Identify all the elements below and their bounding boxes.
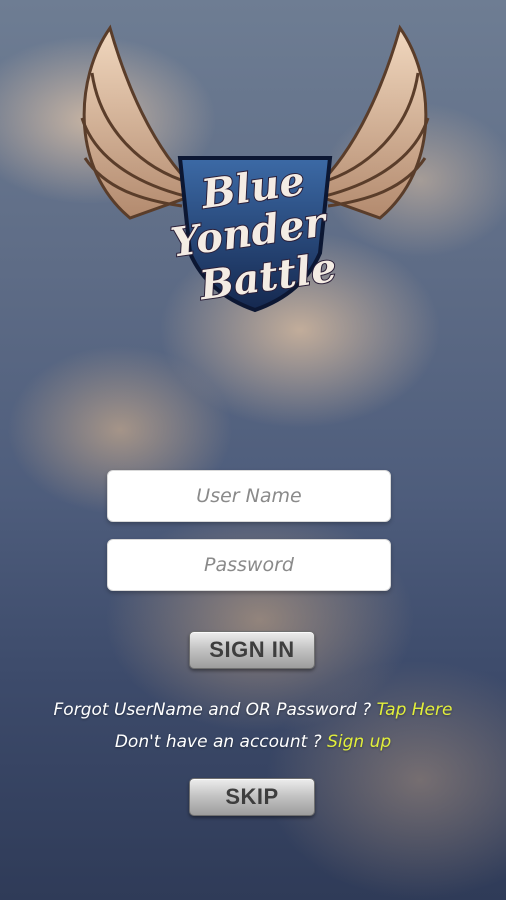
- skip-label: SKIP: [225, 784, 279, 809]
- tap-here-link[interactable]: Tap Here: [377, 700, 453, 720]
- skip-button[interactable]: SKIP: [189, 778, 315, 816]
- password-placeholder: Password: [204, 554, 294, 576]
- app-logo: Blue Yonder Battle: [80, 24, 430, 313]
- username-placeholder: User Name: [196, 485, 302, 507]
- sign-in-label: SIGN IN: [209, 637, 295, 662]
- password-input[interactable]: Password: [107, 539, 391, 591]
- signup-line: Don't have an account ? Sign up: [0, 732, 506, 752]
- sign-in-button[interactable]: SIGN IN: [189, 631, 315, 669]
- username-input[interactable]: User Name: [107, 470, 391, 522]
- sign-up-link[interactable]: Sign up: [327, 732, 391, 752]
- forgot-text: Forgot UserName and OR Password ?: [53, 700, 372, 720]
- forgot-password-line: Forgot UserName and OR Password ? Tap He…: [0, 700, 506, 720]
- signup-text: Don't have an account ?: [114, 732, 322, 752]
